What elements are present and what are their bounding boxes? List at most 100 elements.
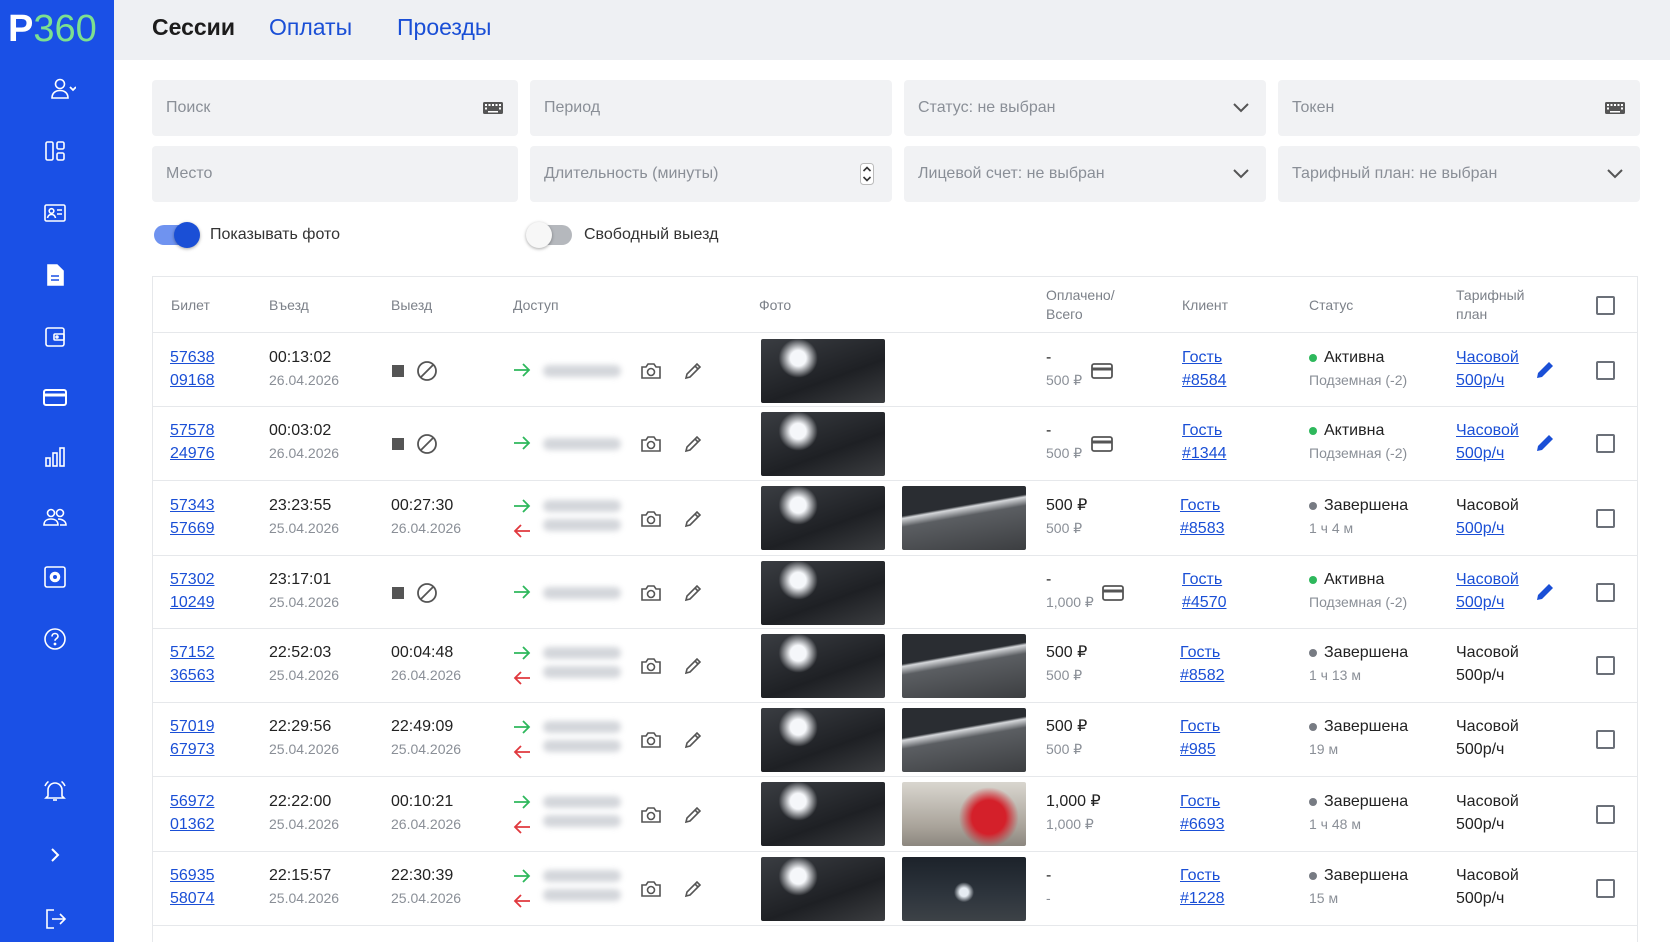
camera-icon[interactable]	[639, 877, 663, 901]
ticket-link[interactable]: 57638	[170, 346, 215, 369]
client-link[interactable]: #1228	[1180, 887, 1225, 910]
row-checkbox[interactable]	[1596, 434, 1615, 453]
exit-photo[interactable]	[902, 486, 1026, 550]
edit-pencil-icon[interactable]	[681, 581, 705, 605]
client-link[interactable]: #8584	[1182, 369, 1227, 392]
client-link[interactable]: Гость	[1180, 790, 1225, 813]
dashboard-icon[interactable]	[38, 134, 72, 168]
client-link[interactable]: #8583	[1180, 517, 1225, 540]
ticket-link[interactable]: 36563	[170, 664, 215, 687]
camera-icon[interactable]	[639, 654, 663, 678]
client-link[interactable]: #6693	[1180, 813, 1225, 836]
stop-icon[interactable]	[386, 581, 410, 605]
free-exit-switch[interactable]	[526, 222, 572, 248]
tariff-rate[interactable]: 500р/ч	[1456, 517, 1519, 540]
tariff-name[interactable]: Часовой	[1456, 346, 1519, 369]
entry-photo[interactable]	[761, 708, 885, 772]
client-link[interactable]: #4570	[1182, 591, 1227, 614]
edit-tariff-pencil-icon[interactable]	[1533, 580, 1557, 604]
camera-icon[interactable]	[639, 359, 663, 383]
select-all-checkbox[interactable]	[1596, 296, 1615, 315]
ticket-link[interactable]: 10249	[170, 591, 215, 614]
bell-icon[interactable]	[38, 774, 72, 808]
exit-photo[interactable]	[902, 708, 1026, 772]
row-checkbox[interactable]	[1596, 583, 1615, 602]
expand-sidebar-icon[interactable]	[38, 838, 72, 872]
logout-icon[interactable]	[38, 902, 72, 936]
tab-payments[interactable]: Оплаты	[269, 14, 352, 41]
keyboard-icon[interactable]	[482, 97, 504, 119]
edit-pencil-icon[interactable]	[681, 728, 705, 752]
number-stepper-icon[interactable]	[856, 163, 878, 185]
show-photo-switch[interactable]	[154, 222, 200, 248]
camera-icon[interactable]	[639, 803, 663, 827]
ticket-link[interactable]: 58074	[170, 887, 215, 910]
ticket-link[interactable]: 57152	[170, 641, 215, 664]
search-input[interactable]: Поиск	[152, 80, 518, 136]
client-link[interactable]: #1344	[1182, 442, 1227, 465]
client-link[interactable]: #8582	[1180, 664, 1225, 687]
status-select[interactable]: Статус: не выбран	[904, 80, 1266, 136]
credit-card-icon[interactable]	[38, 380, 72, 414]
ticket-link[interactable]: 57669	[170, 517, 215, 540]
tariff-rate[interactable]: 500р/ч	[1456, 591, 1519, 614]
tariff-name[interactable]: Часовой	[1456, 568, 1519, 591]
row-checkbox[interactable]	[1596, 656, 1615, 675]
document-icon[interactable]	[38, 258, 72, 292]
tab-sessions[interactable]: Сессии	[152, 14, 235, 41]
edit-tariff-pencil-icon[interactable]	[1533, 431, 1557, 455]
tariff-rate[interactable]: 500р/ч	[1456, 442, 1519, 465]
client-link[interactable]: Гость	[1182, 346, 1227, 369]
ticket-link[interactable]: 57302	[170, 568, 215, 591]
camera-icon[interactable]	[639, 728, 663, 752]
exit-photo[interactable]	[902, 782, 1026, 846]
row-checkbox[interactable]	[1596, 879, 1615, 898]
logo[interactable]: P360	[8, 8, 97, 51]
payment-card-icon[interactable]	[1090, 432, 1114, 456]
token-input[interactable]: Токен	[1278, 80, 1640, 136]
payment-card-icon[interactable]	[1090, 359, 1114, 383]
entry-photo[interactable]	[761, 412, 885, 476]
ticket-link[interactable]: 57019	[170, 715, 215, 738]
ticket-link[interactable]: 57343	[170, 494, 215, 517]
help-icon[interactable]	[38, 622, 72, 656]
ticket-link[interactable]: 56935	[170, 864, 215, 887]
edit-pencil-icon[interactable]	[681, 432, 705, 456]
client-link[interactable]: Гость	[1182, 419, 1227, 442]
ticket-link[interactable]: 67973	[170, 738, 215, 761]
user-menu-icon[interactable]	[38, 72, 88, 106]
edit-pencil-icon[interactable]	[681, 654, 705, 678]
row-checkbox[interactable]	[1596, 361, 1615, 380]
entry-photo[interactable]	[761, 857, 885, 921]
client-link[interactable]: Гость	[1180, 864, 1225, 887]
client-link[interactable]: Гость	[1182, 568, 1227, 591]
account-select[interactable]: Лицевой счет: не выбран	[904, 146, 1266, 202]
chart-icon[interactable]	[38, 440, 72, 474]
edit-pencil-icon[interactable]	[681, 507, 705, 531]
client-link[interactable]: Гость	[1180, 494, 1225, 517]
exit-photo[interactable]	[902, 634, 1026, 698]
camera-icon[interactable]	[639, 507, 663, 531]
free-exit-toggle[interactable]: Свободный выезд	[526, 222, 718, 248]
duration-input[interactable]: Длительность (минуты)	[530, 146, 892, 202]
tariff-select[interactable]: Тарифный план: не выбран	[1278, 146, 1640, 202]
entry-photo[interactable]	[761, 486, 885, 550]
wallet-icon[interactable]	[38, 320, 72, 354]
period-input[interactable]: Период	[530, 80, 892, 136]
ticket-link[interactable]: 56972	[170, 790, 215, 813]
client-link[interactable]: Гость	[1180, 641, 1225, 664]
client-link[interactable]: #985	[1180, 738, 1220, 761]
row-checkbox[interactable]	[1596, 805, 1615, 824]
tab-passages[interactable]: Проезды	[397, 14, 491, 41]
exit-photo[interactable]	[902, 857, 1026, 921]
payment-card-icon[interactable]	[1101, 581, 1125, 605]
client-link[interactable]: Гость	[1180, 715, 1220, 738]
ticket-link[interactable]: 01362	[170, 813, 215, 836]
users-icon[interactable]	[38, 500, 72, 534]
cancel-icon[interactable]	[415, 432, 439, 456]
tariff-rate[interactable]: 500р/ч	[1456, 369, 1519, 392]
entry-photo[interactable]	[761, 782, 885, 846]
row-checkbox[interactable]	[1596, 730, 1615, 749]
place-input[interactable]: Место	[152, 146, 518, 202]
keyboard-icon[interactable]	[1604, 97, 1626, 119]
